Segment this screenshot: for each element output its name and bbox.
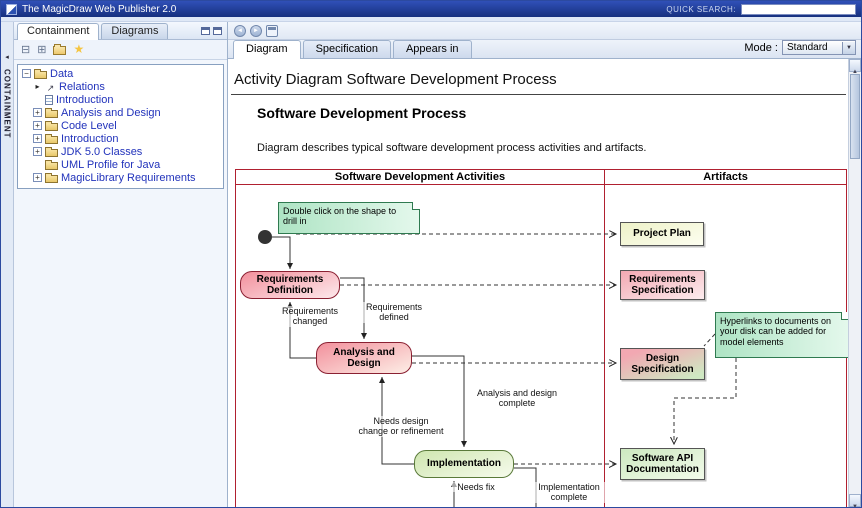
magicdraw-logo-icon [6,4,17,15]
open-folder-icon[interactable] [53,46,66,55]
package-icon [45,162,58,170]
quick-search-input[interactable] [741,4,856,15]
document-area: Activity Diagram Software Development Pr… [228,59,861,507]
tree-item-uml-profile[interactable]: UML Profile for Java [20,158,221,171]
edge-label-needs-fix: Needs fix [452,482,500,492]
mode-dropdown[interactable]: Standard [782,40,856,55]
plus-expander-icon[interactable] [33,147,42,156]
tab-containment[interactable]: Containment [17,23,99,40]
activity-diagram: Software Development Activities Artifact… [235,169,847,507]
activity-implementation[interactable]: Implementation [414,450,514,478]
artifact-project-plan[interactable]: Project Plan [620,222,704,246]
relations-icon [45,78,56,96]
package-icon [45,110,58,118]
package-icon [45,149,58,157]
sidebar-toolbar [14,40,227,60]
tree-item-label: Analysis and Design [61,107,161,119]
containment-side-strip[interactable]: CONTAINMENT [1,22,14,507]
document-icon [45,95,53,105]
mode-selected-value: Standard [787,42,828,53]
plus-expander-icon[interactable] [33,121,42,130]
content-toolbar [228,22,861,40]
mode-label: Mode : [744,42,778,54]
edge-label-requirements-defined: Requirements defined [360,302,428,323]
content-tab-bar: Diagram Specification Appears in Mode : … [228,40,861,59]
tree-item-label: MagicLibrary Requirements [61,172,196,184]
tree-item-relations[interactable]: Relations [20,80,221,93]
plus-expander-icon[interactable] [33,134,42,143]
lane-header-artifacts: Artifacts [605,170,846,185]
activity-analysis-and-design[interactable]: Analysis and Design [316,342,412,374]
arrow-expander-icon[interactable] [33,82,42,91]
edge-label-analysis-design-complete: Analysis and design complete [472,388,562,409]
tab-diagrams[interactable]: Diagrams [101,23,168,39]
float-panel-icon[interactable] [213,27,222,35]
minus-expander-icon[interactable] [22,69,31,78]
package-icon [45,136,58,144]
edge-label-implementation-complete: Implementation complete [526,482,612,503]
artifact-software-api-documentation[interactable]: Software API Documentation [620,448,705,480]
content-panel: Diagram Specification Appears in Mode : … [228,22,861,507]
tree-item-label: JDK 5.0 Classes [61,146,142,158]
initial-node [258,230,272,244]
vertical-scrollbar[interactable] [848,59,861,507]
scroll-up-icon[interactable] [849,59,861,72]
sidebar-panel: Containment Diagrams Data [14,22,228,507]
containment-vertical-label: CONTAINMENT [3,69,12,139]
expand-all-icon[interactable] [37,44,46,56]
activity-requirements-definition[interactable]: Requirements Definition [240,271,340,299]
edge-label-needs-design-change: Needs design change or refinement [358,416,444,437]
sidebar-tab-bar: Containment Diagrams [14,22,227,40]
collapse-sidebar-icon[interactable] [5,46,9,64]
note-hyperlinks: Hyperlinks to documents on your disk can… [715,312,849,358]
forward-icon[interactable] [250,25,262,37]
package-icon [34,71,47,79]
scroll-down-icon[interactable] [849,494,861,507]
lane-header-activities: Software Development Activities [236,170,604,185]
tree-item-code-level[interactable]: Code Level [20,119,221,132]
tree-item-label: UML Profile for Java [61,159,160,171]
containment-tree: Data Relations Introduction Analysis and… [17,64,224,189]
panel-buttons [201,27,224,39]
no-expander [33,95,42,104]
package-icon [45,175,58,183]
title-divider [231,94,846,95]
diagram-heading: Software Development Process [257,105,848,121]
no-expander [33,160,42,169]
title-bar: The MagicDraw Web Publisher 2.0 QUICK SE… [1,1,861,17]
diagram-description: Diagram describes typical software devel… [257,142,848,154]
tree-item-analysis-and-design[interactable]: Analysis and Design [20,106,221,119]
tree-item-introduction-2[interactable]: Introduction [20,132,221,145]
print-page-icon[interactable] [266,25,278,37]
tree-item-label: Code Level [61,120,117,132]
app-window: The MagicDraw Web Publisher 2.0 QUICK SE… [0,0,862,508]
scrollbar-thumb[interactable] [850,74,860,159]
tree-item-label: Relations [59,81,105,93]
tab-appears-in[interactable]: Appears in [393,40,472,58]
page-title: Activity Diagram Software Development Pr… [234,71,848,88]
app-title: The MagicDraw Web Publisher 2.0 [22,4,176,15]
back-icon[interactable] [234,25,246,37]
quick-search-area: QUICK SEARCH: [666,4,856,15]
collapse-all-icon[interactable] [21,44,30,56]
quick-search-label: QUICK SEARCH: [666,5,736,14]
package-icon [45,123,58,131]
tab-diagram[interactable]: Diagram [233,40,301,59]
tree-item-introduction[interactable]: Introduction [20,93,221,106]
artifact-design-specification[interactable]: Design Specification [620,348,705,380]
artifact-requirements-specification[interactable]: Requirements Specification [620,270,705,300]
tree-item-jdk-classes[interactable]: JDK 5.0 Classes [20,145,221,158]
note-drill-in: Double click on the shape to drill in [278,202,420,234]
tab-specification[interactable]: Specification [303,40,391,58]
mode-area: Mode : Standard [744,40,856,58]
edge-label-requirements-changed: Requirements changed [272,306,348,327]
plus-expander-icon[interactable] [33,108,42,117]
plus-expander-icon[interactable] [33,173,42,182]
favorites-star-icon[interactable] [73,43,84,56]
minimize-panel-icon[interactable] [201,27,210,35]
tree-item-magiclibrary-requirements[interactable]: MagicLibrary Requirements [20,171,221,184]
tree-item-label: Introduction [61,133,118,145]
tree-item-label: Introduction [56,94,113,106]
